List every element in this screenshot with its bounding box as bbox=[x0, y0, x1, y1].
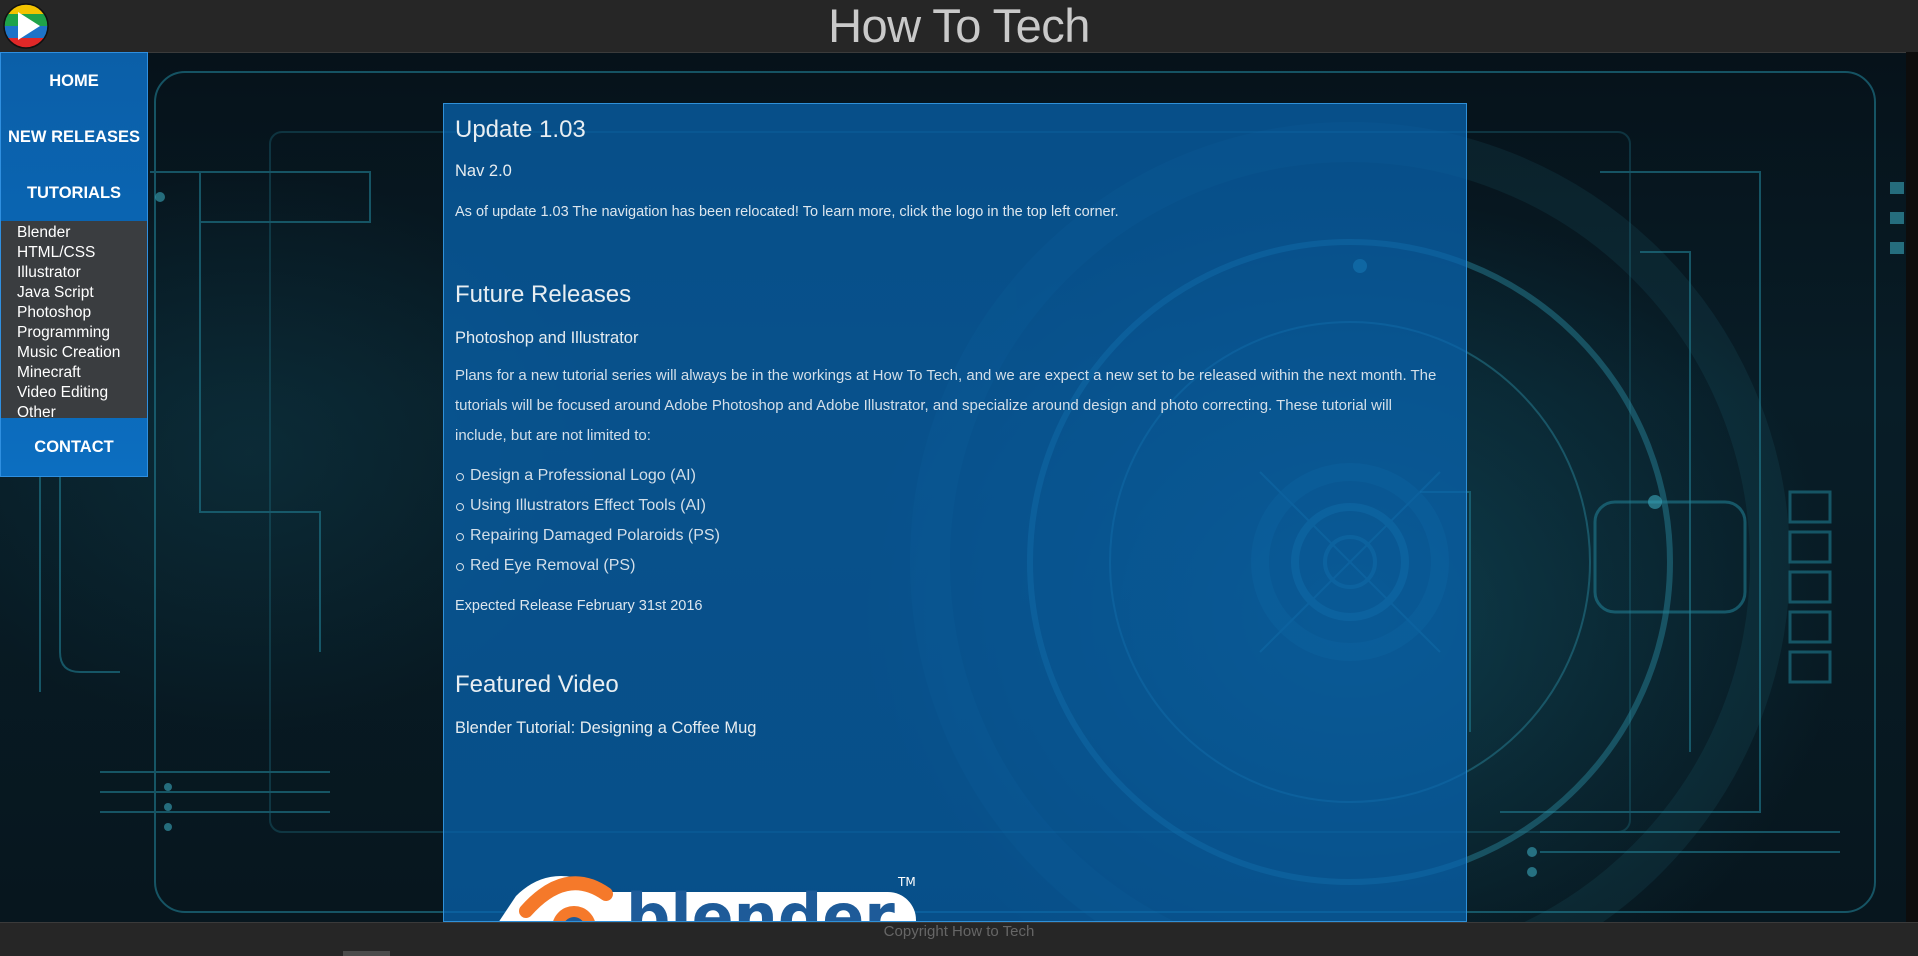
featured-video-title: Featured Video bbox=[455, 671, 619, 698]
blender-logo-text: blender bbox=[626, 880, 895, 922]
main-content-panel: Update 1.03 Nav 2.0 As of update 1.03 Th… bbox=[443, 103, 1467, 922]
submenu-item-music-creation[interactable]: Music Creation bbox=[17, 343, 147, 363]
nav-tutorials[interactable]: TUTORIALS bbox=[1, 165, 147, 221]
nav-contact[interactable]: CONTACT bbox=[1, 418, 147, 478]
tutorials-submenu: Blender HTML/CSS Illustrator Java Script… bbox=[1, 221, 147, 421]
featured-video-subtitle[interactable]: Blender Tutorial: Designing a Coffee Mug bbox=[455, 719, 1455, 738]
nav-new-releases[interactable]: NEW RELEASES bbox=[1, 109, 147, 165]
submenu-item-video-editing[interactable]: Video Editing bbox=[17, 383, 147, 403]
future-releases-paragraph: Plans for a new tutorial series will alw… bbox=[455, 367, 1437, 444]
nav-home[interactable]: HOME bbox=[1, 53, 147, 109]
expected-release-text: Expected Release February 31st 2016 bbox=[455, 598, 703, 614]
submenu-item-illustrator[interactable]: Illustrator bbox=[17, 263, 147, 283]
future-releases-list: Design a Professional Logo (AI) Using Il… bbox=[455, 461, 1455, 581]
submenu-item-minecraft[interactable]: Minecraft bbox=[17, 363, 147, 383]
future-releases-title: Future Releases bbox=[455, 281, 632, 308]
horizontal-scrollbar-thumb[interactable] bbox=[343, 951, 390, 956]
blender-logo-tm: TM bbox=[897, 875, 916, 889]
list-item: Design a Professional Logo (AI) bbox=[456, 461, 1455, 491]
footer: Copyright How to Tech bbox=[0, 922, 1918, 956]
submenu-item-blender[interactable]: Blender bbox=[17, 223, 147, 243]
list-item: Using Illustrators Effect Tools (AI) bbox=[456, 491, 1455, 521]
vertical-scrollbar[interactable] bbox=[1906, 52, 1918, 922]
copyright-text: Copyright How to Tech bbox=[883, 923, 1035, 940]
top-header: How To Tech bbox=[0, 0, 1918, 53]
list-item: Red Eye Removal (PS) bbox=[456, 551, 1455, 581]
site-title: How To Tech bbox=[828, 0, 1090, 52]
update-text: As of update 1.03 The navigation has bee… bbox=[455, 204, 1119, 220]
update-subtitle: Nav 2.0 bbox=[455, 162, 512, 180]
update-title: Update 1.03 bbox=[455, 116, 586, 143]
sidebar-nav: HOME NEW RELEASES TUTORIALS Blender HTML… bbox=[0, 52, 148, 477]
list-item: Repairing Damaged Polaroids (PS) bbox=[456, 521, 1455, 551]
submenu-item-photoshop[interactable]: Photoshop bbox=[17, 303, 147, 323]
submenu-item-html-css[interactable]: HTML/CSS bbox=[17, 243, 147, 263]
future-releases-subtitle: Photoshop and Illustrator bbox=[455, 329, 639, 347]
submenu-item-java-script[interactable]: Java Script bbox=[17, 283, 147, 303]
play-logo-icon[interactable] bbox=[2, 2, 50, 50]
submenu-item-programming[interactable]: Programming bbox=[17, 323, 147, 343]
blender-logo[interactable]: blender TM bbox=[496, 856, 916, 922]
